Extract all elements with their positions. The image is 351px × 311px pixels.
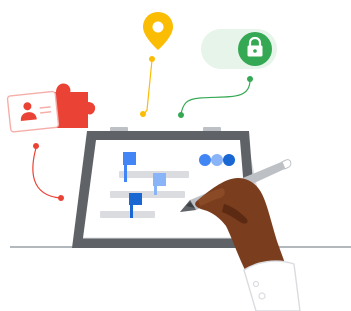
user-puzzle-group — [6, 83, 96, 133]
screen-bar-2 — [110, 191, 185, 198]
sleeve-cuff — [243, 260, 301, 311]
puzzle-connector-dot-top — [33, 143, 39, 149]
lock-connector-dot-top — [247, 76, 253, 82]
pin-connector-dot-top — [149, 56, 155, 62]
pin-connector-dot-bottom — [140, 111, 146, 117]
security-tablet-illustration — [6, 12, 351, 311]
screen-dots — [199, 154, 235, 166]
puzzle-connector-dot-bottom — [58, 195, 64, 201]
pin-connector — [143, 59, 153, 115]
lock-connector-dot-bottom — [178, 112, 184, 118]
lock-connector — [180, 79, 251, 115]
user-card — [6, 90, 60, 133]
illustration-scene — [0, 0, 351, 311]
lock-badge — [201, 29, 277, 69]
puzzle-connector — [32, 147, 61, 199]
screen-bar-3 — [100, 211, 155, 218]
map-pin-icon — [143, 12, 173, 50]
